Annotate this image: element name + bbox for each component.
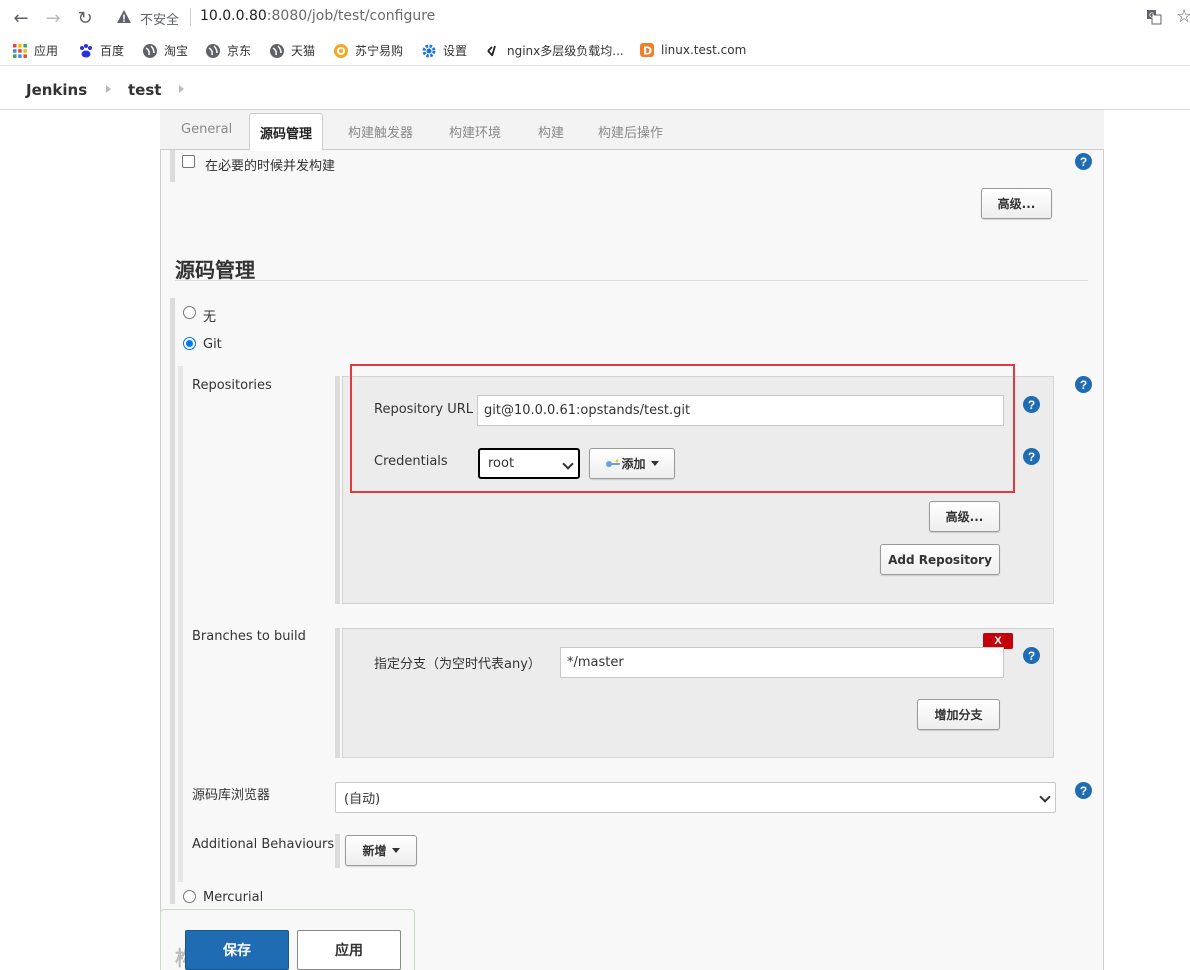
back-arrow-icon[interactable]: ← <box>10 7 32 29</box>
code-slash-icon <box>487 45 496 56</box>
bookmark-label: 天猫 <box>291 44 316 58</box>
bookmark-tmall[interactable]: 天猫 <box>269 42 315 59</box>
scm-none-label: 无 <box>203 310 217 325</box>
bookmark-linux-test[interactable]: D linux.test.com <box>639 42 746 58</box>
repositories-label: Repositories <box>192 378 272 393</box>
repo-browser-select[interactable]: (自动) <box>335 782 1056 813</box>
apps-grid-icon <box>13 43 27 58</box>
svg-text:D: D <box>643 45 652 58</box>
help-icon[interactable]: ? <box>1023 396 1040 413</box>
bookmark-settings[interactable]: 设置 <box>421 42 467 59</box>
address-separator <box>190 8 191 26</box>
bookmarks-bar: 应用 百度 淘宝 京东 天猫 苏宁易购 设置 nginx多层级负载均... D … <box>0 36 1190 66</box>
section-divider <box>175 280 1088 281</box>
scm-none-radio[interactable] <box>183 306 196 319</box>
bookmark-apps[interactable]: 应用 <box>12 42 58 59</box>
bookmark-label: 百度 <box>100 44 125 58</box>
branch-spec-input[interactable]: */master <box>560 647 1004 678</box>
bookmark-label: 淘宝 <box>164 44 189 58</box>
add-behaviour-label: 新增 <box>362 844 387 858</box>
chevron-down-icon <box>1039 791 1051 803</box>
bookmark-nginx[interactable]: nginx多层级负载均... <box>485 42 624 59</box>
bookmark-label: 苏宁易购 <box>355 44 404 58</box>
globe-icon <box>206 43 220 58</box>
bookmark-jd[interactable]: 京东 <box>205 42 251 59</box>
concurrent-build-label: 在必要的时候并发构建 <box>205 159 336 174</box>
repo-browser-value: (自动) <box>344 792 381 807</box>
url-field[interactable]: 10.0.0.80:8080/job/test/configure <box>200 8 435 24</box>
jenkins-breadcrumb-bar: Jenkins test <box>0 70 1190 110</box>
help-icon[interactable]: ? <box>1075 782 1092 799</box>
browser-address-bar: ← → ↻ 不安全 10.0.0.80:8080/job/test/config… <box>0 0 1190 36</box>
branches-indent-bar <box>335 628 340 758</box>
tab-general[interactable]: General <box>181 122 232 137</box>
section-indent-bar <box>170 298 175 904</box>
warning-icon[interactable] <box>116 9 132 25</box>
bookmark-taobao[interactable]: 淘宝 <box>142 42 188 59</box>
config-tabs: General 源码管理 构建触发器 构建环境 构建 构建后操作 <box>160 110 1104 151</box>
repo-browser-label: 源码库浏览器 <box>192 788 271 803</box>
add-branch-button[interactable]: 增加分支 <box>917 699 1000 730</box>
general-advanced-button[interactable]: 高级... <box>981 188 1052 219</box>
scm-mercurial-radio[interactable] <box>183 890 196 903</box>
bookmark-star-icon[interactable]: ☆ <box>1176 6 1190 27</box>
caret-down-icon <box>391 848 400 853</box>
bookmark-suning[interactable]: 苏宁易购 <box>333 42 403 59</box>
tab-post-build[interactable]: 构建后操作 <box>598 122 663 141</box>
apply-button[interactable]: 应用 <box>297 930 401 970</box>
add-repository-button[interactable]: Add Repository <box>880 544 1000 575</box>
d-logo-icon: D <box>640 43 654 58</box>
reload-icon[interactable]: ↻ <box>74 7 96 29</box>
help-icon[interactable]: ? <box>1075 376 1092 393</box>
breadcrumb-arrow-icon[interactable] <box>179 85 184 93</box>
insecure-label[interactable]: 不安全 <box>140 9 179 28</box>
behaviours-indent-bar <box>335 834 340 868</box>
section-indent-bar <box>170 150 175 182</box>
breadcrumb-arrow-icon[interactable] <box>106 85 111 93</box>
help-icon[interactable]: ? <box>1075 153 1092 170</box>
add-behaviour-button[interactable]: 新增 <box>345 835 417 866</box>
highlight-box <box>350 364 1015 493</box>
branch-spec-label: 指定分支（为空时代表any） <box>374 657 541 672</box>
baidu-paw-icon <box>80 43 92 57</box>
breadcrumb-jenkins[interactable]: Jenkins <box>26 81 87 99</box>
suning-lion-icon <box>334 43 348 58</box>
save-button[interactable]: 保存 <box>185 930 289 970</box>
tab-build-triggers[interactable]: 构建触发器 <box>348 122 413 141</box>
translate-icon[interactable]: G <box>1146 9 1162 25</box>
additional-behaviours-label: Additional Behaviours <box>192 837 335 852</box>
svg-text:G: G <box>1149 12 1154 20</box>
breadcrumb-job[interactable]: test <box>128 81 161 99</box>
tab-scm[interactable]: 源码管理 <box>249 113 324 151</box>
help-icon[interactable]: ? <box>1023 647 1040 664</box>
bookmark-label: 应用 <box>34 44 59 58</box>
scm-git-label: Git <box>203 337 222 352</box>
bookmark-baidu[interactable]: 百度 <box>78 42 124 59</box>
tab-build-env[interactable]: 构建环境 <box>449 122 501 141</box>
scm-git-radio[interactable] <box>183 337 196 350</box>
bookmark-label: linux.test.com <box>661 43 747 57</box>
url-path: :8080/job/test/configure <box>266 8 436 24</box>
globe-icon <box>143 43 157 58</box>
url-host: 10.0.0.80 <box>200 8 267 24</box>
globe-icon <box>270 43 284 58</box>
branches-label: Branches to build <box>192 629 306 644</box>
bookmark-label: nginx多层级负载均... <box>507 44 624 58</box>
repo-advanced-button[interactable]: 高级... <box>929 501 1000 532</box>
bookmark-label: 京东 <box>227 44 252 58</box>
git-indent-bar <box>178 366 183 882</box>
bookmark-label: 设置 <box>443 44 468 58</box>
gear-icon <box>422 44 436 57</box>
concurrent-build-checkbox[interactable] <box>182 155 195 168</box>
forward-arrow-icon[interactable]: → <box>42 7 64 29</box>
help-icon[interactable]: ? <box>1023 448 1040 465</box>
scm-mercurial-label: Mercurial <box>203 890 264 905</box>
repositories-indent-bar <box>335 376 340 604</box>
section-title: 源码管理 <box>175 258 255 282</box>
tab-build[interactable]: 构建 <box>538 122 564 141</box>
